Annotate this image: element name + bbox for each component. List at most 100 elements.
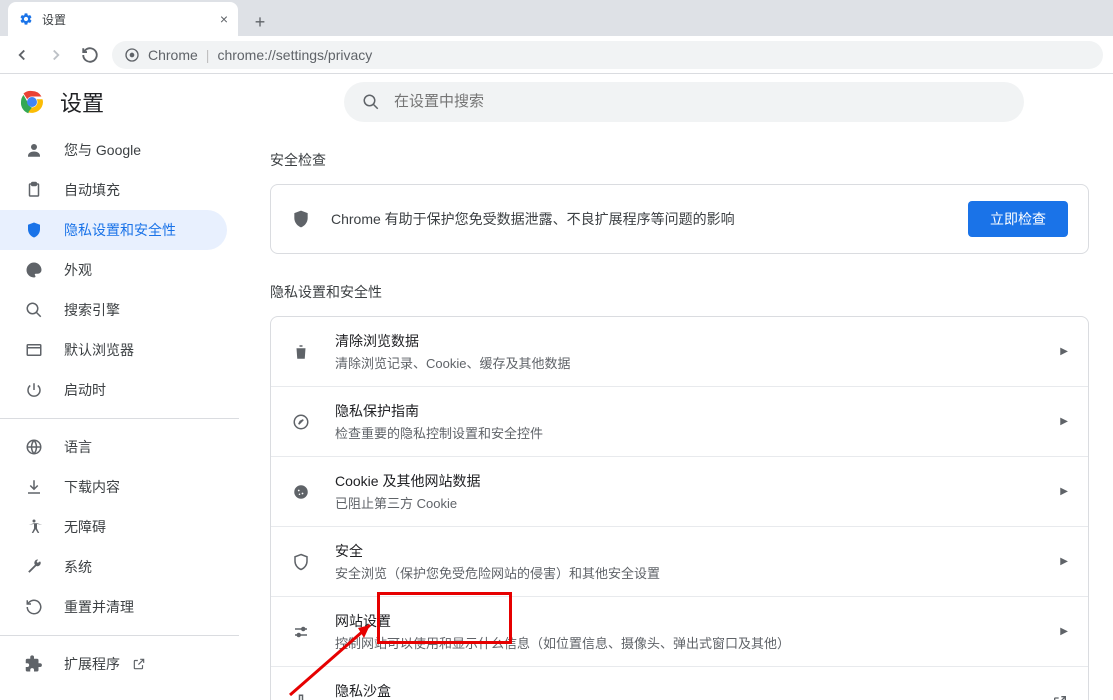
section-safety-title: 安全检查: [270, 150, 1089, 170]
privacy-list: 清除浏览数据清除浏览记录、Cookie、缓存及其他数据 ▶ 隐私保护指南检查重要…: [270, 316, 1089, 700]
row-cookies[interactable]: Cookie 及其他网站数据已阻止第三方 Cookie ▶: [271, 456, 1088, 526]
chrome-icon: [124, 47, 140, 63]
flask-icon: [291, 693, 311, 700]
address-divider: |: [206, 47, 210, 63]
page-title: 设置: [60, 86, 104, 118]
cookie-icon: [291, 483, 311, 501]
sliders-icon: [291, 623, 311, 641]
sidebar-item-autofill[interactable]: 自动填充: [0, 170, 227, 210]
safety-check-card: Chrome 有助于保护您免受数据泄露、不良扩展程序等问题的影响 立即检查: [270, 184, 1089, 254]
section-privacy-title: 隐私设置和安全性: [270, 282, 1089, 302]
globe-icon: [24, 437, 44, 457]
sidebar-item-languages[interactable]: 语言: [0, 427, 227, 467]
settings-search[interactable]: [344, 82, 1024, 122]
tab-strip: 设置 × +: [0, 0, 1113, 36]
chevron-right-icon: ▶: [1060, 486, 1068, 497]
divider: [0, 418, 239, 419]
accessibility-icon: [24, 517, 44, 537]
chevron-right-icon: ▶: [1060, 346, 1068, 357]
sidebar-item-startup[interactable]: 启动时: [0, 370, 227, 410]
compass-icon: [291, 413, 311, 431]
browser-icon: [24, 340, 44, 360]
back-button[interactable]: [10, 43, 34, 67]
row-site-settings[interactable]: 网站设置控制网站可以使用和显示什么信息（如位置信息、摄像头、弹出式窗口及其他） …: [271, 596, 1088, 666]
address-label: Chrome: [148, 47, 198, 63]
sidebar-item-label: 重置并清理: [64, 597, 134, 617]
wrench-icon: [24, 557, 44, 577]
search-icon: [24, 300, 44, 320]
sidebar: 您与 Google 自动填充 隐私设置和安全性 外观 搜索引擎 默认浏览器: [0, 130, 240, 700]
sidebar-item-search[interactable]: 搜索引擎: [0, 290, 227, 330]
sidebar-item-label: 您与 Google: [64, 140, 141, 160]
shield-icon: [24, 220, 44, 240]
row-title: 网站设置: [335, 611, 1060, 631]
sidebar-item-label: 隐私设置和安全性: [64, 220, 176, 240]
sidebar-item-label: 默认浏览器: [64, 340, 134, 360]
sidebar-item-label: 扩展程序: [64, 654, 120, 674]
row-title: Cookie 及其他网站数据: [335, 471, 1060, 491]
trash-icon: [291, 343, 311, 361]
sidebar-item-label: 无障碍: [64, 517, 106, 537]
download-icon: [24, 477, 44, 497]
chrome-logo-icon: [20, 90, 44, 114]
sidebar-item-label: 语言: [64, 437, 92, 457]
gear-icon: [18, 11, 34, 27]
settings-header: 设置: [0, 74, 1113, 130]
row-sub: 检查重要的隐私控制设置和安全控件: [335, 423, 1060, 442]
browser-toolbar: Chrome | chrome://settings/privacy: [0, 36, 1113, 74]
sidebar-item-label: 下载内容: [64, 477, 120, 497]
external-link-icon: [132, 657, 146, 671]
sidebar-item-accessibility[interactable]: 无障碍: [0, 507, 227, 547]
sidebar-item-extensions[interactable]: 扩展程序: [0, 644, 227, 684]
power-icon: [24, 380, 44, 400]
row-clear-data[interactable]: 清除浏览数据清除浏览记录、Cookie、缓存及其他数据 ▶: [271, 317, 1088, 386]
divider: [0, 635, 239, 636]
sidebar-item-label: 搜索引擎: [64, 300, 120, 320]
shield-outline-icon: [291, 553, 311, 571]
new-tab-button[interactable]: +: [246, 8, 274, 36]
person-icon: [24, 140, 44, 160]
tab-title: 设置: [42, 11, 66, 28]
browser-tab[interactable]: 设置 ×: [8, 2, 238, 36]
sidebar-item-label: 自动填充: [64, 180, 120, 200]
forward-button[interactable]: [44, 43, 68, 67]
row-title: 安全: [335, 541, 1060, 561]
restore-icon: [24, 597, 44, 617]
row-title: 隐私保护指南: [335, 401, 1060, 421]
sidebar-item-label: 启动时: [64, 380, 106, 400]
chevron-right-icon: ▶: [1060, 626, 1068, 637]
safety-message: Chrome 有助于保护您免受数据泄露、不良扩展程序等问题的影响: [331, 209, 968, 229]
sidebar-item-downloads[interactable]: 下载内容: [0, 467, 227, 507]
main-content: 安全检查 Chrome 有助于保护您免受数据泄露、不良扩展程序等问题的影响 立即…: [240, 130, 1113, 700]
clipboard-icon: [24, 180, 44, 200]
row-privacy-sandbox[interactable]: 隐私沙盒试用版功能已开启: [271, 666, 1088, 700]
sidebar-item-label: 外观: [64, 260, 92, 280]
sidebar-item-you-and-google[interactable]: 您与 Google: [0, 130, 227, 170]
shield-icon: [291, 209, 311, 229]
row-security[interactable]: 安全安全浏览（保护您免受危险网站的侵害）和其他安全设置 ▶: [271, 526, 1088, 596]
row-title: 清除浏览数据: [335, 331, 1060, 351]
safety-check-button[interactable]: 立即检查: [968, 201, 1068, 237]
row-sub: 安全浏览（保护您免受危险网站的侵害）和其他安全设置: [335, 563, 1060, 582]
address-url: chrome://settings/privacy: [217, 47, 372, 63]
row-privacy-guide[interactable]: 隐私保护指南检查重要的隐私控制设置和安全控件 ▶: [271, 386, 1088, 456]
palette-icon: [24, 260, 44, 280]
chevron-right-icon: ▶: [1060, 416, 1068, 427]
sidebar-item-label: 系统: [64, 557, 92, 577]
reload-button[interactable]: [78, 43, 102, 67]
sidebar-item-reset[interactable]: 重置并清理: [0, 587, 227, 627]
sidebar-item-appearance[interactable]: 外观: [0, 250, 227, 290]
search-input[interactable]: [394, 93, 1006, 110]
address-bar[interactable]: Chrome | chrome://settings/privacy: [112, 41, 1103, 69]
sidebar-item-privacy[interactable]: 隐私设置和安全性: [0, 210, 227, 250]
external-link-icon: [1052, 694, 1068, 700]
search-icon: [362, 93, 380, 111]
chevron-right-icon: ▶: [1060, 556, 1068, 567]
row-sub: 已阻止第三方 Cookie: [335, 493, 1060, 512]
sidebar-item-system[interactable]: 系统: [0, 547, 227, 587]
sidebar-item-default-browser[interactable]: 默认浏览器: [0, 330, 227, 370]
row-title: 隐私沙盒: [335, 681, 1052, 700]
puzzle-icon: [24, 654, 44, 674]
close-icon[interactable]: ×: [220, 11, 228, 27]
row-sub: 清除浏览记录、Cookie、缓存及其他数据: [335, 353, 1060, 372]
